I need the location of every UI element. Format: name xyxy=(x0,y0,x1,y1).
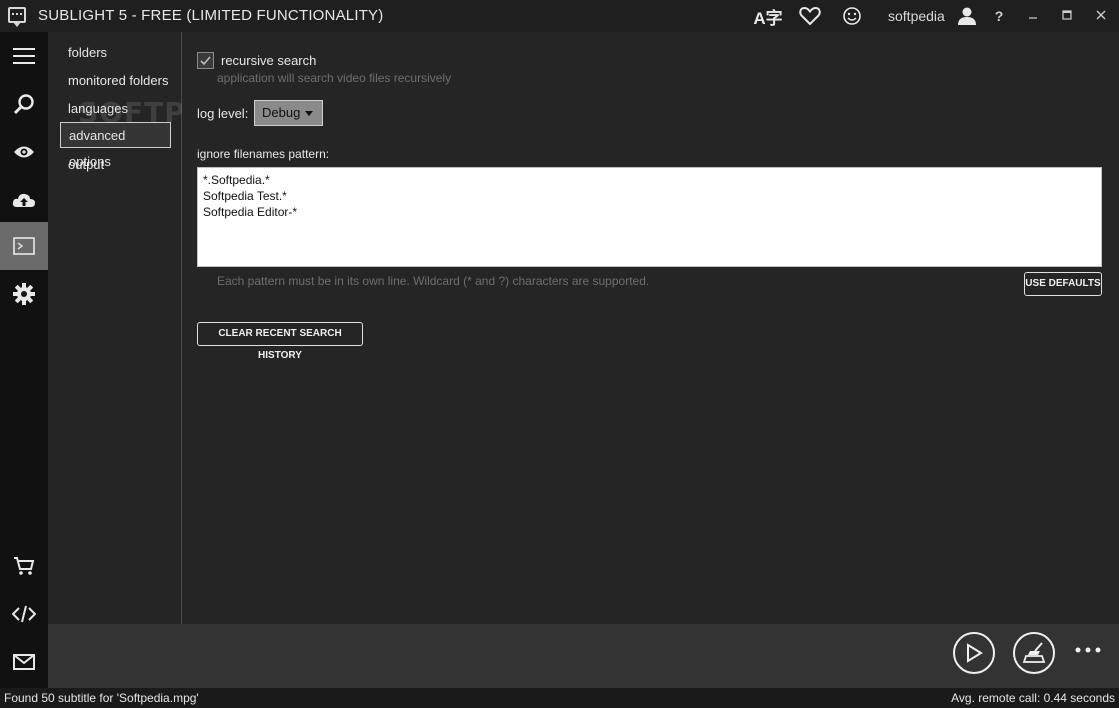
cart-icon[interactable] xyxy=(0,542,48,590)
pattern-line: Softpedia Editor-* xyxy=(203,205,298,219)
left-navigation xyxy=(0,32,48,688)
heart-icon[interactable] xyxy=(798,4,822,28)
recursive-search-label: recursive search xyxy=(221,53,317,68)
log-level-value: Debug xyxy=(262,105,301,120)
use-defaults-button[interactable]: USE DEFAULTS xyxy=(1024,272,1102,296)
maximize-button[interactable] xyxy=(1057,6,1077,26)
ignore-pattern-label: ignore filenames pattern: xyxy=(197,147,330,161)
pattern-line: *.Softpedia.* xyxy=(203,173,270,187)
menu-icon[interactable] xyxy=(0,32,48,80)
more-options-button[interactable] xyxy=(1074,634,1102,660)
subnav-item-monitored-folders[interactable]: monitored folders xyxy=(60,68,176,94)
more-dots-icon xyxy=(1075,647,1101,653)
console-icon[interactable] xyxy=(0,222,48,270)
mail-icon[interactable] xyxy=(0,638,48,686)
broom-icon xyxy=(1022,642,1046,663)
app-logo-icon xyxy=(8,7,26,27)
subnav-item-output[interactable]: output xyxy=(60,152,112,178)
minimize-button[interactable] xyxy=(1023,6,1043,26)
log-level-select[interactable]: Debug xyxy=(254,100,323,126)
help-button[interactable]: ? xyxy=(989,6,1009,26)
ignore-pattern-textarea[interactable]: *.Softpedia.* Softpedia Test.* Softpedia… xyxy=(197,167,1102,267)
title-bar: SUBLIGHT 5 - FREE (LIMITED FUNCTIONALITY… xyxy=(0,0,1119,32)
search-icon[interactable] xyxy=(0,80,48,128)
status-message: Found 50 subtitle for 'Softpedia.mpg' xyxy=(4,691,199,705)
log-level-label: log level: xyxy=(197,106,249,121)
window-title: SUBLIGHT 5 - FREE (LIMITED FUNCTIONALITY… xyxy=(38,7,384,24)
user-icon[interactable] xyxy=(956,4,978,28)
translate-glyph: A字 xyxy=(753,8,783,28)
translate-icon[interactable]: A字 xyxy=(753,4,783,28)
smiley-icon[interactable] xyxy=(841,4,863,28)
clear-search-history-button[interactable]: CLEAR RECENT SEARCH HISTORY xyxy=(197,322,363,361)
gear-icon[interactable] xyxy=(0,270,48,318)
play-icon xyxy=(967,643,983,663)
upload-cloud-icon[interactable] xyxy=(0,176,48,224)
close-button[interactable] xyxy=(1091,6,1111,26)
remote-call-timing: Avg. remote call: 0.44 seconds xyxy=(951,691,1115,705)
code-icon[interactable] xyxy=(0,590,48,638)
pattern-line: Softpedia Test.* xyxy=(203,189,287,203)
status-bar: Found 50 subtitle for 'Softpedia.mpg' Av… xyxy=(0,688,1119,708)
recursive-search-checkbox[interactable] xyxy=(197,52,214,69)
chevron-down-icon xyxy=(305,111,313,116)
pattern-hint: Each pattern must be in its own line. Wi… xyxy=(217,274,650,288)
user-name[interactable]: softpedia xyxy=(888,8,945,24)
eye-icon[interactable] xyxy=(0,128,48,176)
clean-button[interactable] xyxy=(1013,632,1055,674)
play-button[interactable] xyxy=(953,632,995,674)
subnav-item-folders[interactable]: folders xyxy=(60,40,115,66)
recursive-search-hint: application will search video files recu… xyxy=(217,71,452,85)
